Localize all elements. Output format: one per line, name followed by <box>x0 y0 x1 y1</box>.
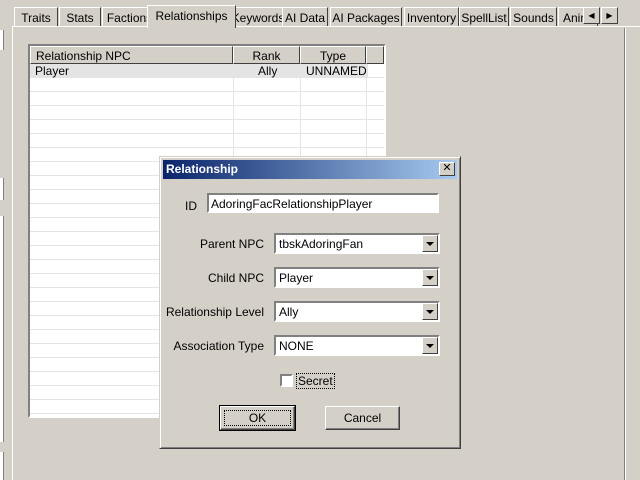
ok-button[interactable]: OK <box>219 405 296 431</box>
edge-segment <box>0 452 4 480</box>
column-header-relationship-npc[interactable]: Relationship NPC <box>30 46 233 64</box>
tab-strip: Traits Stats Factions Relationships Keyw… <box>12 5 640 28</box>
chevron-down-icon <box>426 275 434 280</box>
dialog-title: Relationship <box>166 162 239 176</box>
child-npc-select[interactable]: Player <box>274 267 440 288</box>
parent-window-edge <box>0 0 12 480</box>
column-header-filler <box>366 46 384 64</box>
dropdown-button[interactable] <box>422 303 438 320</box>
association-type-label: Association Type <box>173 339 265 353</box>
cell-type: UNNAMED <box>306 64 367 78</box>
column-header-type[interactable]: Type <box>300 46 366 64</box>
close-icon: ✕ <box>442 162 452 174</box>
chevron-down-icon <box>426 241 434 246</box>
relationship-level-label: Relationship Level <box>165 305 264 319</box>
page-edge <box>624 28 626 480</box>
edge-segment <box>0 30 4 50</box>
arrow-right-icon: ▶ <box>606 11 613 20</box>
child-npc-value: Player <box>279 271 314 285</box>
cancel-button[interactable]: Cancel <box>325 406 400 430</box>
edge-segment <box>0 216 4 442</box>
dropdown-button[interactable] <box>422 337 438 354</box>
tab-relationships[interactable]: Relationships <box>147 5 236 28</box>
arrow-left-icon: ◀ <box>588 11 595 20</box>
parent-npc-value: tbskAdoringFan <box>279 237 364 251</box>
tab-stats[interactable]: Stats <box>59 7 101 27</box>
tab-scroll-right-button[interactable]: ▶ <box>601 7 618 24</box>
id-label: ID <box>185 199 197 213</box>
id-field[interactable]: AdoringFacRelationshipPlayer <box>207 193 439 213</box>
tab-ai-packages[interactable]: AI Packages <box>330 7 402 27</box>
tab-inventory[interactable]: Inventory <box>404 7 459 27</box>
relationship-level-value: Ally <box>279 305 299 319</box>
association-type-value: NONE <box>279 339 314 353</box>
association-type-select[interactable]: NONE <box>274 335 440 356</box>
tab-scroll-left-button[interactable]: ◀ <box>583 7 600 24</box>
tab-spelllist[interactable]: SpellList <box>459 7 509 27</box>
close-button[interactable]: ✕ <box>439 162 455 176</box>
secret-label[interactable]: Secret <box>296 373 335 389</box>
tab-sounds[interactable]: Sounds <box>510 7 557 27</box>
column-header-rank[interactable]: Rank <box>233 46 300 64</box>
table-row[interactable]: Player Ally UNNAMED <box>30 64 368 78</box>
dropdown-button[interactable] <box>422 269 438 286</box>
parent-npc-select[interactable]: tbskAdoringFan <box>274 233 440 254</box>
list-header: Relationship NPC Rank Type <box>30 46 384 64</box>
secret-checkbox[interactable] <box>280 374 293 387</box>
chevron-down-icon <box>426 309 434 314</box>
dropdown-button[interactable] <box>422 235 438 252</box>
edge-segment <box>0 178 4 200</box>
dialog-title-bar[interactable]: Relationship ✕ <box>163 160 457 179</box>
relationship-dialog: Relationship ✕ ID AdoringFacRelationship… <box>159 156 461 449</box>
tab-ai-data[interactable]: AI Data <box>282 7 328 27</box>
parent-npc-label: Parent NPC <box>199 237 264 251</box>
chevron-down-icon <box>426 343 434 348</box>
relationship-level-select[interactable]: Ally <box>274 301 440 322</box>
cell-npc: Player <box>35 64 70 78</box>
tab-traits[interactable]: Traits <box>14 7 58 27</box>
child-npc-label: Child NPC <box>207 271 264 285</box>
cell-rank: Ally <box>258 64 278 78</box>
